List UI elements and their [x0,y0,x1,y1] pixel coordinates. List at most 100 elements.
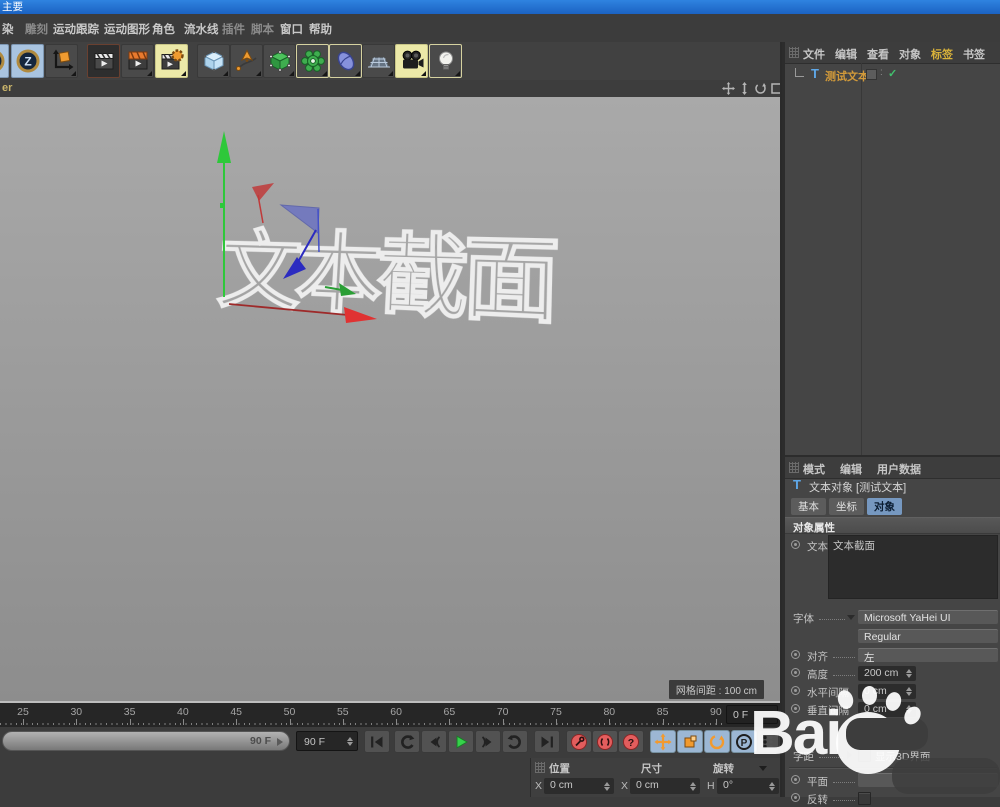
rotate-icon[interactable] [754,82,767,95]
circled-history-icon[interactable] [0,44,9,78]
spline-blob-icon[interactable] [329,44,362,78]
font-family-dropdown[interactable]: Microsoft YaHei UI [858,610,998,625]
panel-grip-icon[interactable] [535,762,545,773]
om-menu-edit[interactable]: 编辑 [835,46,857,62]
light-icon[interactable] [429,44,462,78]
coords-collapse-icon[interactable] [759,766,767,771]
stepper-icon[interactable] [769,782,776,791]
font-expand-icon[interactable] [847,615,855,620]
menu-pipeline[interactable]: 流水线 [184,21,219,37]
stepper-icon[interactable] [906,669,913,678]
kerning-expand-icon[interactable] [847,751,852,759]
panel-grip-icon[interactable] [789,47,799,58]
keyframe-circle-icon[interactable] [791,775,800,784]
camera-icon[interactable] [395,44,428,78]
menu-script[interactable]: 脚本 [251,21,274,37]
visibility-dots-icon[interactable]: : [880,67,883,78]
prev-frame-icon[interactable] [421,730,447,753]
move-tool-icon[interactable] [650,730,676,753]
keyframe-circle-icon[interactable] [791,704,800,713]
am-menu-userdata[interactable]: 用户数据 [877,461,921,477]
section-object-properties[interactable]: 对象属性 [785,517,1000,534]
panel-separator[interactable] [780,42,782,797]
play-icon[interactable] [448,730,474,753]
zoom-icon[interactable] [738,82,751,95]
stepper-icon[interactable] [906,705,913,714]
om-menu-bookmarks[interactable]: 书签 [963,46,985,62]
font-style-dropdown[interactable]: Regular [858,629,998,644]
timeline-range-slider[interactable]: 90 F [2,731,290,751]
om-menu-object[interactable]: 对象 [899,46,921,62]
align-dropdown[interactable]: 左 [858,648,998,664]
coord-system-icon[interactable]: P [731,730,757,753]
menu-motion-track[interactable]: 运动跟踪 [53,21,99,37]
om-menu-file[interactable]: 文件 [803,46,825,62]
rotate-tool-icon[interactable] [704,730,730,753]
text-value-input[interactable]: 文本截面 [828,535,998,599]
axis-move-icon[interactable] [45,44,78,78]
menu-sculpt[interactable]: 雕刻 [25,21,48,37]
loop-icon[interactable] [502,730,528,753]
pan-icon[interactable] [722,82,735,95]
snap-grid-icon[interactable] [757,730,779,753]
plane-dropdown[interactable] [858,773,998,788]
tab-object[interactable]: 对象 [867,498,902,515]
object-row[interactable]: T 测试文本 : ✓ [785,66,1000,84]
floor-grid-icon[interactable] [362,44,395,78]
viewport-header-label[interactable]: er [2,82,12,94]
layer-tag-square[interactable] [866,69,877,80]
stepper-icon[interactable] [347,737,354,746]
scale-tool-icon[interactable] [677,730,703,753]
am-menu-mode[interactable]: 模式 [803,461,825,477]
circled-z-icon[interactable]: Z [11,44,44,78]
deformer-gear-icon[interactable] [296,44,329,78]
axis-gizmo[interactable] [0,97,780,701]
generator-cube-icon[interactable] [263,44,296,78]
hspacing-field[interactable]: 0 cm [858,684,916,699]
size-x-field[interactable]: 0 cm [630,778,700,794]
render-picture-viewer-icon[interactable] [121,44,154,78]
keyframe-circle-icon[interactable] [791,668,800,677]
current-frame-field[interactable]: 0 F [726,705,778,724]
tab-basic[interactable]: 基本 [791,498,826,515]
frame-spinner-field[interactable]: 90 F [296,731,358,751]
keyframe-circle-icon[interactable] [791,540,800,549]
menu-plugins[interactable]: 插件 [222,21,245,37]
timeline-ruler[interactable]: 0 F 25 30 35 40 45 50 55 60 65 70 75 80 85 90 [0,703,780,728]
goto-end-icon[interactable] [534,730,560,753]
keyframe-circle-icon[interactable] [791,650,800,659]
stepper-icon[interactable] [906,687,913,696]
pen-spline-icon[interactable] [230,44,263,78]
rotation-h-field[interactable]: 0° [717,778,779,794]
keyframe-circle-icon[interactable] [791,793,800,802]
autokey-icon[interactable] [592,730,618,753]
height-field[interactable]: 200 cm [858,666,916,681]
vspacing-field[interactable]: 0 cm [858,702,916,717]
menu-window[interactable]: 窗口 [280,21,303,37]
stepper-icon[interactable] [604,782,611,791]
menu-help[interactable]: 帮助 [309,21,332,37]
play-backward-icon[interactable] [394,730,420,753]
panel-grip-icon[interactable] [789,462,799,473]
record-keyframe-icon[interactable] [566,730,592,753]
next-frame-icon[interactable] [475,730,501,753]
show-3d-checkbox[interactable] [858,749,871,762]
om-menu-tags[interactable]: 标签 [931,46,953,62]
record-question-icon[interactable]: ? [618,730,644,753]
goto-start-icon[interactable] [364,730,390,753]
viewport[interactable]: 文本截面 网格间距 : 100 cm [0,97,780,703]
menu-character[interactable]: 角色 [152,21,175,37]
object-name[interactable]: 测试文本 [825,68,869,84]
menu-mograph[interactable]: 运动图形 [104,21,150,37]
text-spline-icon[interactable]: T [811,66,819,81]
om-menu-view[interactable]: 查看 [867,46,889,62]
menu-render[interactable]: 染 [2,21,14,37]
keyframe-circle-icon[interactable] [791,686,800,695]
am-menu-edit[interactable]: 编辑 [840,461,862,477]
tab-coord[interactable]: 坐标 [829,498,864,515]
cube-primitive-icon[interactable] [197,44,230,78]
render-settings-icon[interactable] [155,44,188,78]
enabled-check-icon[interactable]: ✓ [888,67,897,80]
position-x-field[interactable]: 0 cm [544,778,614,794]
reverse-checkbox[interactable] [858,792,871,805]
